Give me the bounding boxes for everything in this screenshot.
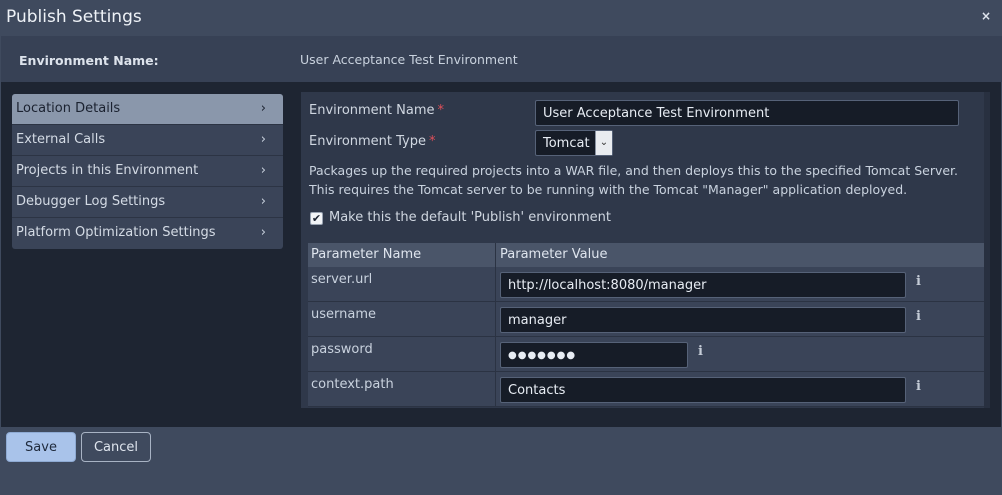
chevron-right-icon: › [260, 225, 266, 240]
default-publish-checkbox[interactable]: ✔ [310, 212, 323, 225]
parameter-name: context.path [311, 377, 394, 392]
location-details-panel: Environment Name* Environment Type* Tomc… [301, 92, 990, 408]
sidebar-item-location-details[interactable]: Location Details › [12, 94, 283, 125]
parameters-table-header: Parameter Name Parameter Value [308, 243, 985, 267]
sidebar-item-debugger-log[interactable]: Debugger Log Settings › [12, 187, 283, 218]
dialog-body: Location Details › External Calls › Proj… [1, 82, 1001, 427]
default-publish-label: Make this the default 'Publish' environm… [329, 210, 611, 225]
environment-type-select[interactable]: Tomcat ⌄ [535, 130, 613, 156]
sidebar-item-label: Location Details [16, 101, 121, 116]
column-divider [495, 302, 496, 337]
context-path-input[interactable] [500, 377, 906, 403]
dialog-footer: Save Cancel [0, 427, 1002, 495]
column-divider [495, 372, 496, 407]
chevron-right-icon: › [260, 101, 266, 116]
settings-sidebar: Location Details › External Calls › Proj… [12, 94, 283, 249]
environment-name-input[interactable] [535, 100, 959, 126]
environment-name-value: User Acceptance Test Environment [300, 52, 518, 67]
table-row: server.url i [308, 267, 985, 302]
table-row: password i [308, 337, 985, 372]
column-divider [495, 267, 496, 302]
parameters-table: Parameter Name Parameter Value server.ur… [308, 243, 985, 408]
column-header-value: Parameter Value [500, 247, 608, 262]
dialog-title: Publish Settings [6, 7, 142, 27]
environment-type-field-label: Environment Type * [309, 134, 436, 149]
environment-header: Environment Name: User Acceptance Test E… [1, 36, 1002, 82]
info-icon[interactable]: i [916, 274, 921, 289]
info-icon[interactable]: i [916, 309, 921, 324]
sidebar-item-platform-optimization[interactable]: Platform Optimization Settings › [12, 218, 283, 249]
environment-type-description: Packages up the required projects into a… [309, 163, 959, 197]
column-header-name: Parameter Name [311, 247, 422, 262]
server-url-input[interactable] [500, 272, 906, 298]
sidebar-item-projects[interactable]: Projects in this Environment › [12, 156, 283, 187]
sidebar-item-external-calls[interactable]: External Calls › [12, 125, 283, 156]
chevron-right-icon: › [260, 163, 266, 178]
close-icon[interactable]: × [981, 9, 991, 23]
sidebar-item-label: Debugger Log Settings [16, 194, 166, 209]
panel-scrollbar[interactable] [984, 92, 990, 408]
save-button[interactable]: Save [6, 432, 76, 462]
parameter-name: password [311, 342, 373, 357]
dialog-titlebar: Publish Settings × [0, 0, 1002, 36]
info-icon[interactable]: i [916, 379, 921, 394]
required-marker: * [429, 134, 436, 149]
table-row: username i [308, 302, 985, 337]
chevron-right-icon: › [260, 132, 266, 147]
cancel-button[interactable]: Cancel [81, 432, 151, 462]
environment-name-field-label: Environment Name * [309, 103, 444, 118]
required-marker: * [437, 103, 445, 118]
username-input[interactable] [500, 307, 906, 333]
info-icon[interactable]: i [698, 344, 703, 359]
environment-type-value: Tomcat [543, 136, 590, 151]
sidebar-item-label: Projects in this Environment [16, 163, 199, 178]
environment-name-label: Environment Name: [19, 53, 159, 68]
sidebar-item-label: Platform Optimization Settings [16, 225, 216, 240]
chevron-right-icon: › [260, 194, 266, 209]
chevron-down-icon[interactable]: ⌄ [595, 131, 612, 155]
parameter-name: server.url [311, 272, 373, 287]
table-row: context.path i [308, 372, 985, 407]
sidebar-item-label: External Calls [16, 132, 106, 147]
parameter-name: username [311, 307, 376, 322]
column-divider [495, 337, 496, 372]
column-divider [495, 243, 496, 267]
password-input[interactable] [500, 342, 688, 368]
